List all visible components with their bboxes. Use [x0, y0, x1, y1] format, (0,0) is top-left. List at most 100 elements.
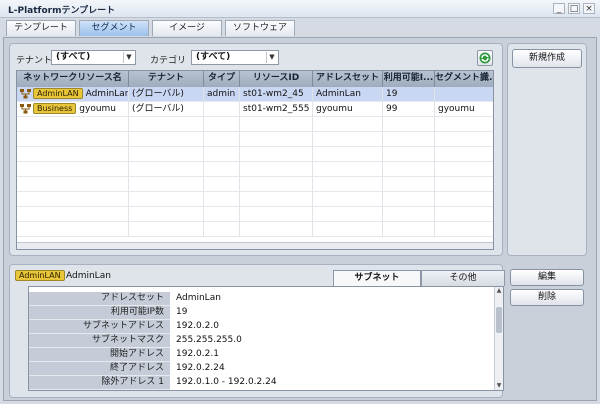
empty-cell [313, 147, 383, 162]
empty-cell [17, 177, 129, 192]
detail-row: アドレスセット AdminLan [29, 292, 495, 306]
empty-cell [435, 162, 493, 177]
detail-value: 192.0.2.24 [176, 363, 225, 373]
tenant-label: テナント [16, 56, 53, 66]
empty-cell [383, 162, 435, 177]
empty-cell [129, 207, 204, 222]
empty-cell [204, 207, 240, 222]
empty-cell [313, 222, 383, 237]
edit-button[interactable]: 編集 [510, 269, 584, 286]
empty-cell [129, 147, 204, 162]
column-header[interactable]: リソースID [240, 71, 313, 87]
table-row[interactable]: Business gyoumu (グローバル) st01-wm2_555 gyou… [17, 102, 493, 117]
table-cell: st01-wm2_45 [240, 87, 313, 102]
main-tabs: テンプレート セグメント イメージ ソフトウェア [6, 20, 295, 37]
category-select-value: (すべて) [196, 52, 231, 62]
empty-cell [435, 177, 493, 192]
empty-cell [17, 162, 129, 177]
tab-subnet[interactable]: サブネット [333, 270, 421, 286]
tenant-select[interactable]: (すべて) ▼ [51, 50, 136, 65]
detail-key: サブネットアドレス [29, 320, 170, 334]
network-icon [20, 103, 31, 113]
empty-table-row [17, 132, 493, 147]
empty-cell [204, 162, 240, 177]
empty-cell [129, 162, 204, 177]
empty-cell [313, 117, 383, 132]
detail-row: 開始アドレス 192.0.2.1 [29, 348, 495, 362]
tab-segment[interactable]: セグメント [79, 20, 149, 36]
table-cell: gyoumu [435, 102, 493, 117]
table-row[interactable]: AdminLAN AdminLan (グローバル) admin st01-wm2_… [17, 87, 493, 102]
scroll-down-icon[interactable]: ▼ [495, 382, 503, 390]
column-header[interactable]: ネットワークリソース名 [17, 71, 129, 87]
empty-cell [240, 162, 313, 177]
empty-cell [435, 132, 493, 147]
table-cell: AdminLAN AdminLan [17, 87, 129, 102]
table-cell: Business gyoumu [17, 102, 129, 117]
empty-cell [435, 192, 493, 207]
refresh-icon [479, 52, 491, 64]
empty-table-row [17, 207, 493, 222]
maximize-button[interactable]: □ [568, 3, 580, 14]
empty-cell [17, 222, 129, 237]
delete-button[interactable]: 削除 [510, 289, 584, 306]
category-select[interactable]: (すべて) ▼ [191, 50, 279, 65]
empty-cell [129, 117, 204, 132]
new-button[interactable]: 新規作成 [512, 49, 582, 68]
column-header[interactable]: セグメント識... [435, 71, 493, 87]
column-header[interactable]: アドレスセット [313, 71, 383, 87]
empty-cell [383, 147, 435, 162]
detail-key: 開始アドレス [29, 348, 170, 362]
empty-cell [313, 207, 383, 222]
tab-image[interactable]: イメージ [152, 20, 222, 36]
scroll-up-icon[interactable]: ▲ [495, 287, 503, 295]
table-cell: st01-wm2_555 [240, 102, 313, 117]
detail-value: 255.255.255.0 [176, 335, 242, 345]
detail-row: 除外アドレス 1 192.0.1.0 - 192.0.2.24 [29, 376, 495, 390]
empty-cell [435, 117, 493, 132]
horizontal-scrollbar[interactable] [17, 242, 493, 249]
detail-value: 192.0.2.1 [176, 349, 219, 359]
empty-cell [17, 132, 129, 147]
category-label: カテゴリ [150, 56, 187, 66]
empty-cell [240, 132, 313, 147]
empty-table-row [17, 192, 493, 207]
table-cell: (グローバル) [129, 87, 204, 102]
resource-name: gyoumu [79, 104, 117, 114]
column-header[interactable]: タイプ [204, 71, 240, 87]
minimize-button[interactable]: _ [553, 3, 565, 14]
column-header[interactable]: テナント [129, 71, 204, 87]
tab-template[interactable]: テンプレート [6, 20, 76, 36]
vertical-scrollbar[interactable]: ▲ ▼ [494, 287, 503, 390]
tab-software[interactable]: ソフトウェア [225, 20, 295, 36]
close-button[interactable]: × [583, 3, 595, 14]
empty-cell [435, 147, 493, 162]
empty-cell [240, 222, 313, 237]
title-bar: L-Platformテンプレート _ □ × [0, 0, 600, 18]
network-icon [20, 88, 31, 98]
segment-table: ネットワークリソース名 テナント タイプ リソースID アドレスセット 利用可能… [16, 70, 494, 250]
empty-cell [17, 147, 129, 162]
scroll-thumb[interactable] [496, 307, 502, 333]
detail-row: サブネットマスク 255.255.255.0 [29, 334, 495, 348]
refresh-button[interactable] [477, 50, 493, 66]
tab-other[interactable]: その他 [421, 270, 505, 286]
table-cell: admin [204, 87, 240, 102]
empty-table-row [17, 147, 493, 162]
selected-network-name: AdminLan [66, 271, 111, 281]
empty-cell [204, 147, 240, 162]
empty-cell [435, 207, 493, 222]
empty-cell [240, 207, 313, 222]
empty-cell [313, 177, 383, 192]
table-cell [435, 87, 493, 102]
column-header[interactable]: 利用可能I... [383, 71, 435, 87]
detail-value: 192.0.1.0 - 192.0.2.24 [176, 377, 277, 387]
empty-cell [204, 132, 240, 147]
table-cell: gyoumu [313, 102, 383, 117]
empty-cell [383, 117, 435, 132]
empty-cell [383, 222, 435, 237]
network-type-badge: Business [33, 103, 77, 114]
chevron-down-icon: ▼ [266, 52, 277, 63]
detail-row: 利用可能IP数 19 [29, 306, 495, 320]
empty-cell [240, 192, 313, 207]
